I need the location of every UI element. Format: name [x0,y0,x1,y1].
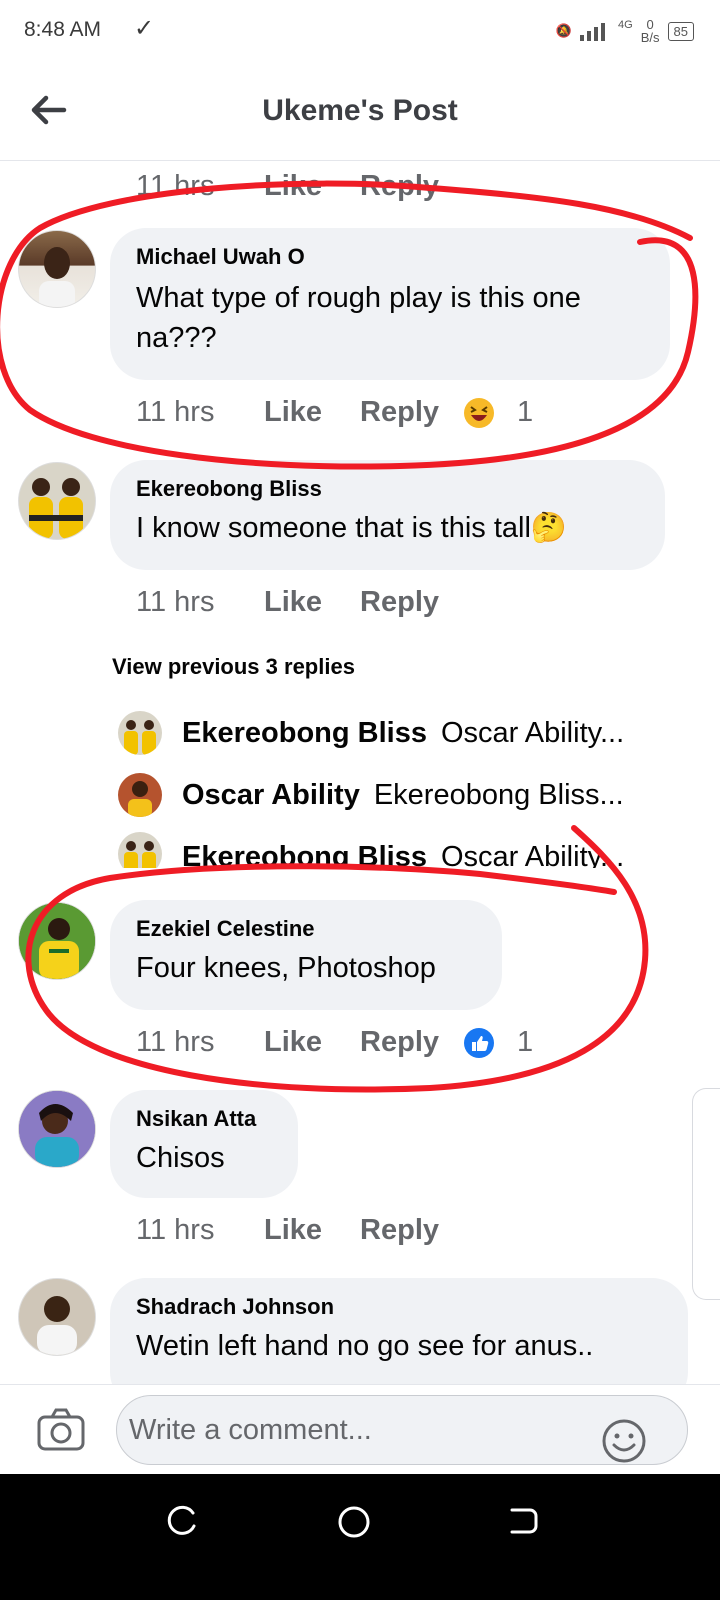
reply-preview[interactable]: Oscar Ability Ekereobong Bliss... [118,770,658,820]
like-button[interactable]: Like [264,170,322,203]
comment-actions: 11 hrs Like Reply 1 [136,1026,533,1059]
small-avatar [118,773,162,817]
emoji-icon[interactable] [601,1418,647,1464]
mute-icon: 🔕 [555,23,573,38]
reaction-count: 1 [517,1026,534,1058]
comment-bubble: Michael Uwah O What type of rough play i… [110,228,670,380]
comment-time: 11 hrs [136,1214,215,1246]
avatar[interactable] [18,902,96,980]
comment-author[interactable]: Shadrach Johnson [136,1294,662,1320]
comment-placeholder: Write a comment... [129,1414,372,1446]
reply-preview[interactable]: Ekereobong Bliss Oscar Ability... [118,708,658,758]
avatar[interactable] [18,1090,96,1168]
like-button[interactable]: Like [264,586,322,619]
comment-bubble: Ekereobong Bliss I know someone that is … [110,460,665,570]
comment-author[interactable]: Nsikan Atta [136,1106,272,1132]
comment-text: Four knees, Photoshop [136,952,436,984]
home-icon[interactable] [336,1504,372,1540]
reply-text: Oscar Ability... [440,841,625,868]
comment-author[interactable]: Ezekiel Celestine [136,916,476,942]
like-thumb-icon [464,1027,495,1058]
avatar[interactable] [18,230,96,308]
side-panel-edge [692,1088,720,1300]
comment-time: 11 hrs [136,586,215,618]
reply-author: Oscar Ability [182,778,360,811]
laughing-emoji-icon [464,397,495,428]
comment-text: What type of rough play is this one na??… [136,282,581,354]
reply-button[interactable]: Reply [360,1214,439,1247]
reaction-summary[interactable]: 1 [463,1026,533,1059]
comment-actions: 11 hrs Like Reply [136,1214,477,1247]
comment-text: Wetin left hand no go see for anus.. [136,1330,594,1362]
reply-button[interactable]: Reply [360,586,439,619]
battery-indicator: 85 [667,21,694,41]
header: Ukeme's Post [0,64,720,161]
comment-time: 11 hrs [136,396,215,428]
comment-author[interactable]: Ekereobong Bliss [136,476,639,502]
page-title: Ukeme's Post [262,94,458,127]
comment-author[interactable]: Michael Uwah O [136,244,644,270]
comment-actions: 11 hrs Like Reply [136,586,477,619]
reply-text: Ekereobong Bliss... [373,778,624,811]
reply-author: Ekereobong Bliss [182,841,427,868]
reply-text: Oscar Ability... [440,716,625,749]
system-nav-bar [0,1474,720,1600]
small-avatar [118,832,162,868]
comment-bubble: Ezekiel Celestine Four knees, Photoshop [110,900,502,1010]
status-time: 8:48 AM [24,18,102,41]
comment-time: 11 hrs [136,1026,215,1058]
comment-composer: Write a comment... [0,1384,720,1475]
like-button[interactable]: Like [264,1214,322,1247]
reply-author: Ekereobong Bliss [182,716,427,749]
comment-input[interactable]: Write a comment... [116,1395,688,1465]
signal-icon [580,23,606,41]
camera-icon[interactable] [36,1405,86,1455]
reply-button[interactable]: Reply [360,170,439,203]
reaction-count: 1 [517,396,534,428]
back-nav-icon[interactable] [506,1504,540,1538]
small-avatar [118,711,162,755]
reply-preview[interactable]: Ekereobong Bliss Oscar Ability... [118,832,658,868]
comment-actions-partial: 11 hrs Like Reply [136,169,440,203]
comment-text: Chisos [136,1142,225,1174]
recent-apps-icon[interactable] [166,1504,200,1538]
avatar[interactable] [18,1278,96,1356]
like-button[interactable]: Like [264,396,322,429]
comment-actions: 11 hrs Like Reply 1 [136,396,533,429]
view-previous-replies-link[interactable]: View previous 3 replies [112,654,355,680]
comment-text: I know someone that is this tall🤔 [136,512,568,544]
reply-button[interactable]: Reply [360,396,439,429]
net-speed: 0 B/s [640,17,660,45]
download-done-icon: ✓ [134,15,155,42]
avatar[interactable] [18,462,96,540]
status-icons: 🔕 4G 0 B/s 85 [556,14,694,48]
reaction-summary[interactable]: 1 [463,396,533,429]
status-bar: 8:48 AM ✓ 🔕 4G 0 B/s 85 [0,0,720,64]
comment-bubble: Nsikan Atta Chisos [110,1090,298,1198]
reply-button[interactable]: Reply [360,1026,439,1059]
network-type: 4G [618,19,633,31]
like-button[interactable]: Like [264,1026,322,1059]
